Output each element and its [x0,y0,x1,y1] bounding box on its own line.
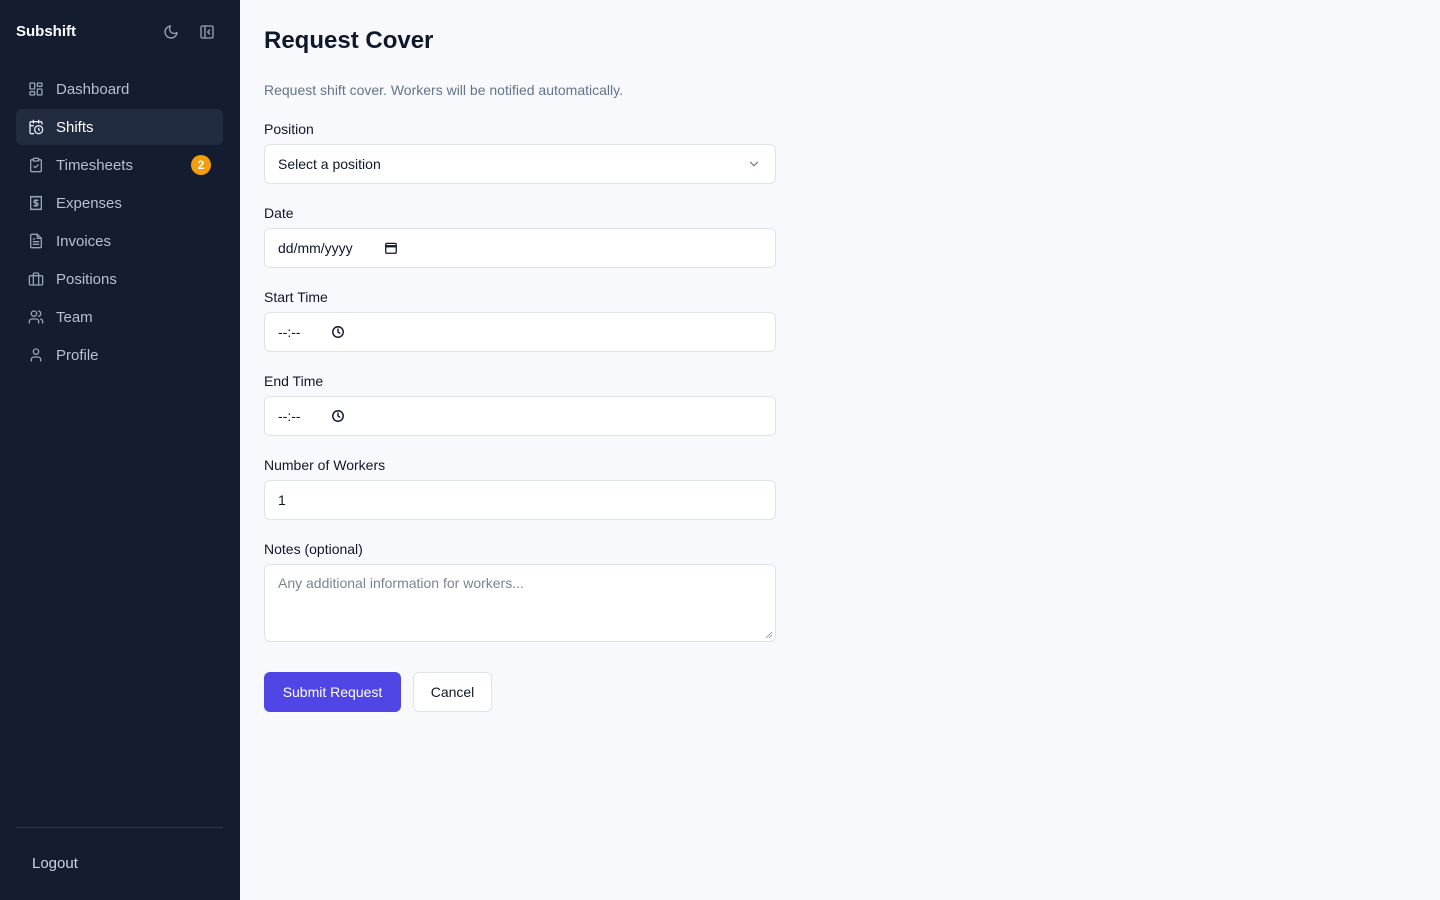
sidebar: Subshift Dashboard Shifts Timesheets 2 E… [0,0,240,900]
clock-icon[interactable] [331,409,345,423]
start-time-label: Start Time [264,289,328,305]
sidebar-header: Subshift [16,20,224,44]
workers-count-input[interactable]: 1 [264,480,776,520]
sidebar-item-invoices[interactable]: Invoices [16,223,223,259]
sidebar-item-label: Positions [56,270,117,288]
position-select-value: Select a position [278,156,381,172]
sidebar-item-dashboard[interactable]: Dashboard [16,71,223,107]
clipboard-check-icon [28,157,44,173]
sidebar-item-label: Dashboard [56,80,130,98]
submit-request-button[interactable]: Submit Request [264,672,401,712]
receipt-dollar-icon [28,195,44,211]
notes-label: Notes (optional) [264,541,363,557]
sidebar-item-positions[interactable]: Positions [16,261,223,297]
page-title: Request Cover [264,27,434,54]
briefcase-icon [28,271,44,287]
app-name: Subshift [16,23,76,40]
end-time-input[interactable]: --:-- [264,396,776,436]
calendar-icon[interactable] [384,241,398,255]
sidebar-item-expenses[interactable]: Expenses [16,185,223,221]
page-description: Request shift cover. Workers will be not… [264,82,623,98]
timesheets-count-badge: 2 [191,155,211,175]
sidebar-item-profile[interactable]: Profile [16,337,223,373]
sidebar-nav: Dashboard Shifts Timesheets 2 Expenses I… [16,71,223,375]
start-time-value: --:-- [278,324,301,340]
sidebar-item-team[interactable]: Team [16,299,223,335]
sidebar-item-label: Shifts [56,118,94,136]
end-time-value: --:-- [278,408,301,424]
users-icon [28,309,44,325]
date-label: Date [264,205,294,221]
logout-button[interactable]: Logout [32,855,78,872]
file-text-icon [28,233,44,249]
position-label: Position [264,121,314,137]
sidebar-item-label: Invoices [56,232,112,250]
date-input-value: dd/mm/yyyy [278,240,353,256]
sidebar-item-label: Team [56,308,93,326]
sidebar-item-label: Expenses [56,194,122,212]
workers-label: Number of Workers [264,457,386,473]
cancel-button[interactable]: Cancel [413,672,492,712]
moon-icon[interactable] [161,22,181,42]
sidebar-collapse-icon[interactable] [197,22,217,42]
dashboard-icon [28,81,44,97]
date-input[interactable]: dd/mm/yyyy [264,228,776,268]
position-select[interactable]: Select a position [264,144,776,184]
chevron-down-icon [747,157,761,171]
sidebar-divider [16,827,223,828]
calendar-clock-icon [28,119,44,135]
user-icon [28,347,44,363]
notes-placeholder: Any additional information for workers..… [278,575,524,591]
sidebar-item-label: Timesheets [56,156,133,174]
sidebar-item-label: Profile [56,346,99,364]
sidebar-item-timesheets[interactable]: Timesheets 2 [16,147,223,183]
notes-textarea[interactable]: Any additional information for workers..… [264,564,776,642]
end-time-label: End Time [264,373,324,389]
sidebar-item-shifts[interactable]: Shifts [16,109,223,145]
workers-count-value: 1 [278,492,286,508]
resize-handle-icon[interactable] [765,631,773,639]
clock-icon[interactable] [331,325,345,339]
start-time-input[interactable]: --:-- [264,312,776,352]
